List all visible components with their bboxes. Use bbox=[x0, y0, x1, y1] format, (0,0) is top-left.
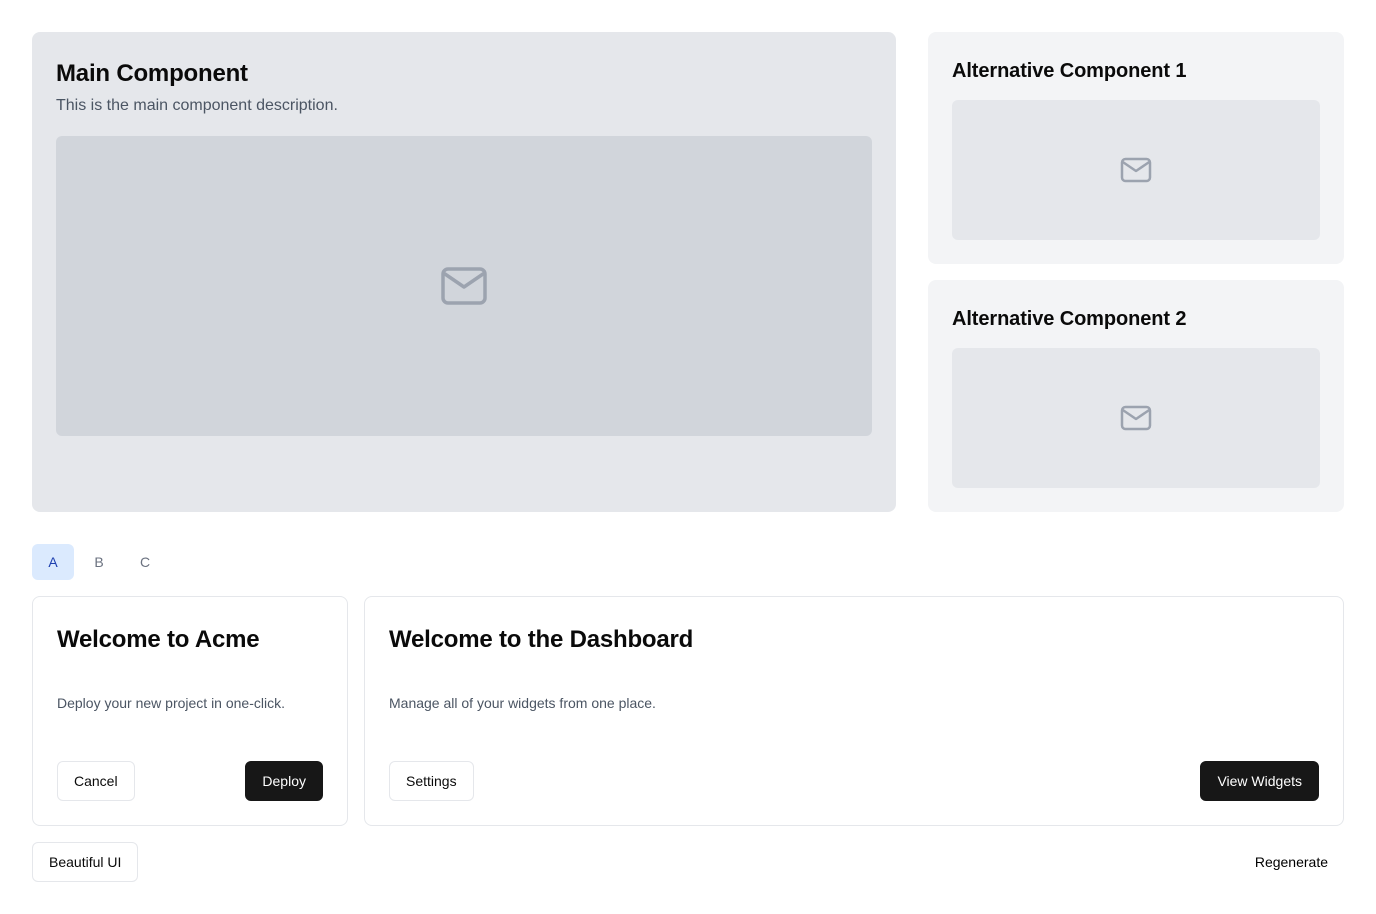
view-widgets-button[interactable]: View Widgets bbox=[1200, 761, 1319, 801]
main-component-title: Main Component bbox=[56, 60, 248, 87]
dashboard-card-description: Manage all of your widgets from one plac… bbox=[389, 695, 656, 711]
alternative-component-2-title: Alternative Component 2 bbox=[952, 308, 1187, 330]
acme-card-title: Welcome to Acme bbox=[57, 626, 260, 653]
alternative-component-1-card: Alternative Component 1 bbox=[928, 32, 1344, 264]
regenerate-button[interactable]: Regenerate bbox=[1239, 842, 1344, 882]
dashboard-welcome-card: Welcome to the Dashboard Manage all of y… bbox=[364, 596, 1344, 826]
dashboard-card-title: Welcome to the Dashboard bbox=[389, 626, 694, 653]
deploy-button[interactable]: Deploy bbox=[245, 761, 323, 801]
tab-a[interactable]: A bbox=[32, 544, 74, 580]
page-root: Main Component This is the main componen… bbox=[0, 0, 1376, 914]
variant-tabs: A B C bbox=[32, 544, 166, 580]
acme-welcome-card: Welcome to Acme Deploy your new project … bbox=[32, 596, 348, 826]
main-component-card: Main Component This is the main componen… bbox=[32, 32, 896, 512]
dashboard-card-actions: Settings View Widgets bbox=[389, 761, 1319, 801]
acme-card-description: Deploy your new project in one-click. bbox=[57, 695, 285, 711]
mail-icon bbox=[441, 267, 487, 305]
tab-b[interactable]: B bbox=[78, 544, 120, 580]
alternative-1-image-placeholder bbox=[952, 100, 1320, 240]
tab-c[interactable]: C bbox=[124, 544, 166, 580]
acme-card-actions: Cancel Deploy bbox=[57, 761, 323, 801]
mail-icon bbox=[1120, 157, 1152, 183]
alternative-2-image-placeholder bbox=[952, 348, 1320, 488]
alternative-component-2-card: Alternative Component 2 bbox=[928, 280, 1344, 512]
main-component-description: This is the main component description. bbox=[56, 97, 338, 114]
beautiful-ui-button[interactable]: Beautiful UI bbox=[32, 842, 139, 882]
alternative-component-1-title: Alternative Component 1 bbox=[952, 60, 1187, 82]
settings-button[interactable]: Settings bbox=[389, 761, 474, 801]
mail-icon bbox=[1120, 405, 1152, 431]
main-image-placeholder bbox=[56, 136, 872, 436]
cancel-button[interactable]: Cancel bbox=[57, 761, 135, 801]
